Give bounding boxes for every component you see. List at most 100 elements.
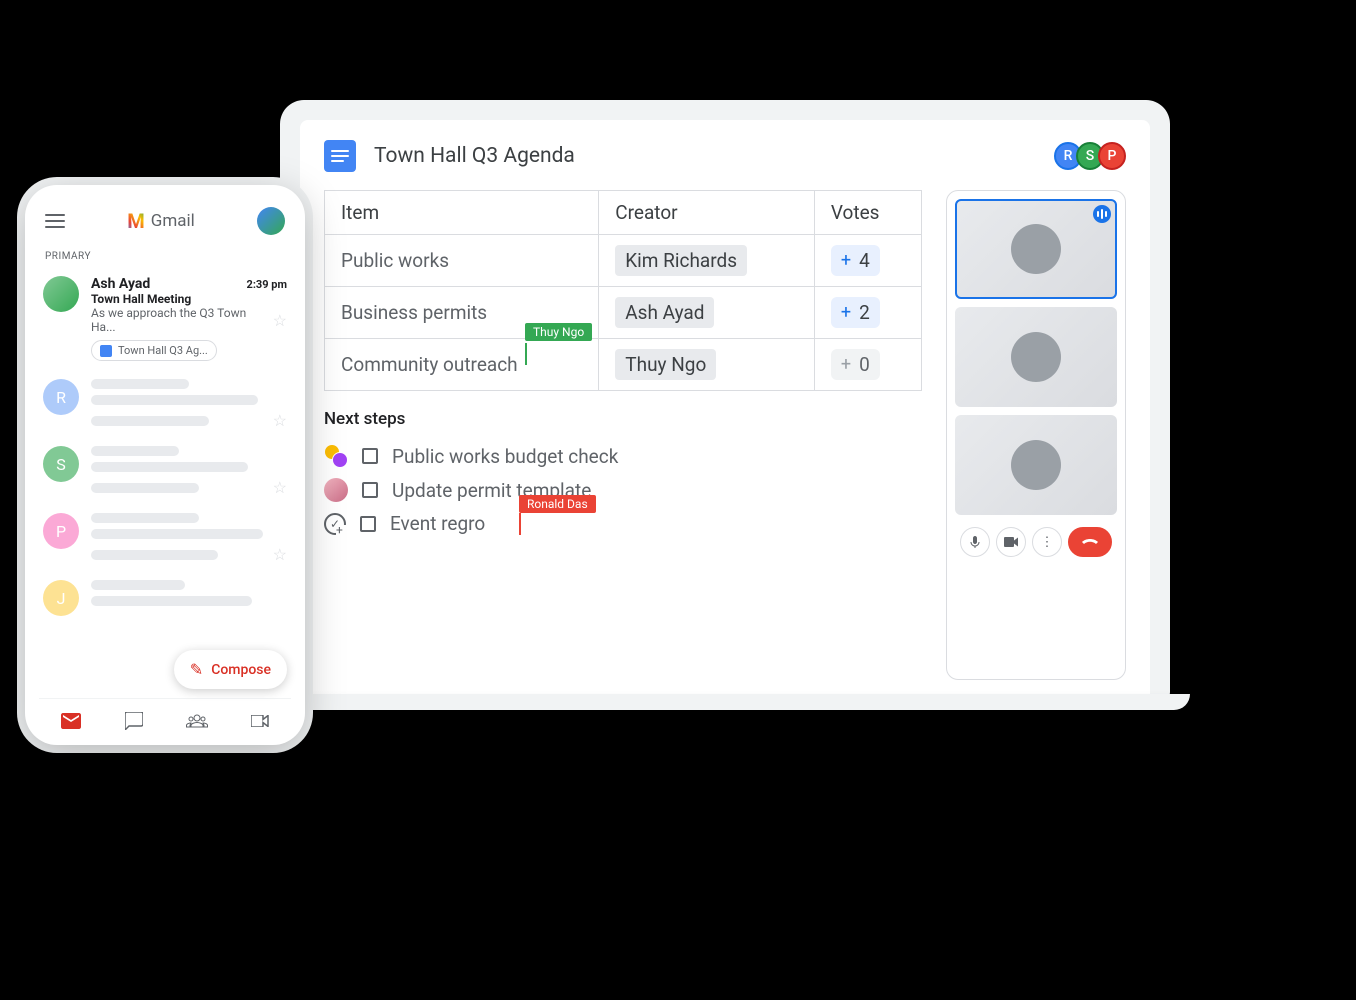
- meet-participant-tile[interactable]: [955, 199, 1117, 299]
- plus-icon: +: [841, 250, 851, 271]
- participant-video-placeholder: [1011, 440, 1061, 490]
- mail-icon: [61, 713, 81, 729]
- email-item[interactable]: Ash Ayad 2:39 pm Town Hall Meeting As we…: [39, 270, 291, 371]
- email-item[interactable]: S ☆: [39, 438, 291, 505]
- laptop-device: Town Hall Q3 Agenda R S P Item Creator V…: [280, 100, 1170, 700]
- vote-chip[interactable]: +4: [831, 245, 880, 276]
- email-sender: Ash Ayad: [91, 276, 150, 292]
- gmail-logo: M Gmail: [75, 209, 247, 233]
- item-cell[interactable]: Public works: [325, 235, 599, 287]
- meet-participant-tile[interactable]: [955, 415, 1117, 515]
- votes-cell: +2: [814, 287, 921, 339]
- nav-mail-button[interactable]: [59, 709, 83, 733]
- speaking-indicator-icon: [1093, 205, 1111, 223]
- phone-hangup-icon: [1081, 538, 1099, 546]
- pencil-icon: ✎: [190, 660, 203, 679]
- sender-avatar: R: [43, 379, 79, 415]
- mic-button[interactable]: [960, 527, 990, 557]
- nav-spaces-button[interactable]: [185, 709, 209, 733]
- header-votes: Votes: [814, 191, 921, 235]
- email-subject: Town Hall Meeting: [91, 292, 287, 306]
- sender-avatar: S: [43, 446, 79, 482]
- assignee-avatar-pair[interactable]: [324, 444, 348, 468]
- step-checkbox[interactable]: [360, 516, 376, 532]
- step-item: Public works budget check: [324, 439, 922, 473]
- meet-participant-tile[interactable]: [955, 307, 1117, 407]
- creator-chip[interactable]: Ash Ayad: [615, 297, 714, 328]
- menu-button[interactable]: [45, 214, 65, 228]
- creator-cell: Ash Ayad: [599, 287, 815, 339]
- email-item[interactable]: P ☆: [39, 505, 291, 572]
- table-row: Public works Kim Richards +4: [325, 235, 922, 287]
- chat-icon: [125, 712, 143, 730]
- step-checkbox[interactable]: [362, 448, 378, 464]
- profile-avatar[interactable]: [257, 207, 285, 235]
- star-icon[interactable]: ☆: [273, 411, 287, 430]
- star-icon[interactable]: ☆: [273, 545, 287, 564]
- vote-chip[interactable]: +0: [831, 349, 880, 380]
- meet-panel: ⋮: [946, 190, 1126, 680]
- email-time: 2:39 pm: [247, 278, 287, 291]
- item-cell[interactable]: Community outreach Thuy Ngo: [325, 339, 599, 391]
- star-icon[interactable]: ☆: [273, 478, 287, 497]
- creator-cell: Kim Richards: [599, 235, 815, 287]
- mic-icon: [969, 535, 981, 549]
- collaborator-p[interactable]: P: [1098, 142, 1126, 170]
- votes-cell: +0: [814, 339, 921, 391]
- inbox-tab-label[interactable]: PRIMARY: [39, 247, 291, 270]
- table-row: Business permits Ash Ayad +2: [325, 287, 922, 339]
- end-call-button[interactable]: [1068, 527, 1112, 557]
- votes-cell: +4: [814, 235, 921, 287]
- doc-header: Town Hall Q3 Agenda R S P: [324, 140, 1126, 190]
- plus-icon: +: [841, 354, 851, 375]
- step-checkbox[interactable]: [362, 482, 378, 498]
- video-button[interactable]: [996, 527, 1026, 557]
- vote-chip[interactable]: +2: [831, 297, 880, 328]
- sender-avatar: P: [43, 513, 79, 549]
- meet-controls: ⋮: [955, 523, 1117, 557]
- meet-icon: [251, 715, 269, 727]
- next-steps-title: Next steps: [324, 409, 922, 429]
- attachment-chip[interactable]: Town Hall Q3 Ag...: [91, 340, 217, 361]
- sender-avatar: [43, 276, 79, 312]
- creator-cell: Thuy Ngo: [599, 339, 815, 391]
- cursor-line-green: [525, 343, 527, 365]
- participant-video-placeholder: [1011, 224, 1061, 274]
- cursor-tag-green: Thuy Ngo: [525, 323, 592, 341]
- phone-device: M Gmail PRIMARY Ash Ayad 2:39 pm Town Ha…: [25, 185, 305, 745]
- doc-body: Item Creator Votes Public works Kim Rich…: [324, 190, 1126, 680]
- docs-mini-icon: [100, 345, 112, 357]
- creator-chip[interactable]: Kim Richards: [615, 245, 747, 276]
- people-icon: [186, 714, 208, 728]
- doc-title[interactable]: Town Hall Q3 Agenda: [374, 144, 1042, 168]
- more-options-button[interactable]: ⋮: [1032, 527, 1062, 557]
- gmail-m-icon: M: [127, 209, 145, 233]
- gmail-header: M Gmail: [39, 203, 291, 247]
- creator-chip[interactable]: Thuy Ngo: [615, 349, 716, 380]
- nav-meet-button[interactable]: [248, 709, 272, 733]
- cursor-tag-red: Ronald Das: [519, 495, 596, 513]
- nav-chat-button[interactable]: [122, 709, 146, 733]
- cursor-line-red: [519, 513, 521, 535]
- assign-task-icon[interactable]: [324, 513, 346, 535]
- assignee-avatar[interactable]: [324, 478, 348, 502]
- star-icon[interactable]: ☆: [273, 311, 287, 330]
- attachment-name: Town Hall Q3 Ag...: [118, 344, 208, 357]
- email-item[interactable]: J: [39, 572, 291, 624]
- video-icon: [1004, 537, 1018, 547]
- compose-button[interactable]: ✎ Compose: [174, 650, 287, 689]
- header-item: Item: [325, 191, 599, 235]
- step-text[interactable]: Public works budget check: [392, 445, 618, 468]
- google-docs-icon: [324, 140, 356, 172]
- laptop-base: [260, 694, 1190, 710]
- docs-window: Town Hall Q3 Agenda R S P Item Creator V…: [300, 120, 1150, 700]
- sender-avatar: J: [43, 580, 79, 616]
- app-name: Gmail: [151, 211, 195, 231]
- email-snippet: As we approach the Q3 Town Ha...: [91, 306, 273, 334]
- agenda-table: Item Creator Votes Public works Kim Rich…: [324, 190, 922, 391]
- email-item[interactable]: R ☆: [39, 371, 291, 438]
- doc-main-content: Item Creator Votes Public works Kim Rich…: [324, 190, 922, 680]
- next-steps-section: Next steps Public works budget check Upd…: [324, 409, 922, 540]
- step-text[interactable]: Event regro: [390, 512, 485, 535]
- step-item: Update permit template: [324, 473, 922, 507]
